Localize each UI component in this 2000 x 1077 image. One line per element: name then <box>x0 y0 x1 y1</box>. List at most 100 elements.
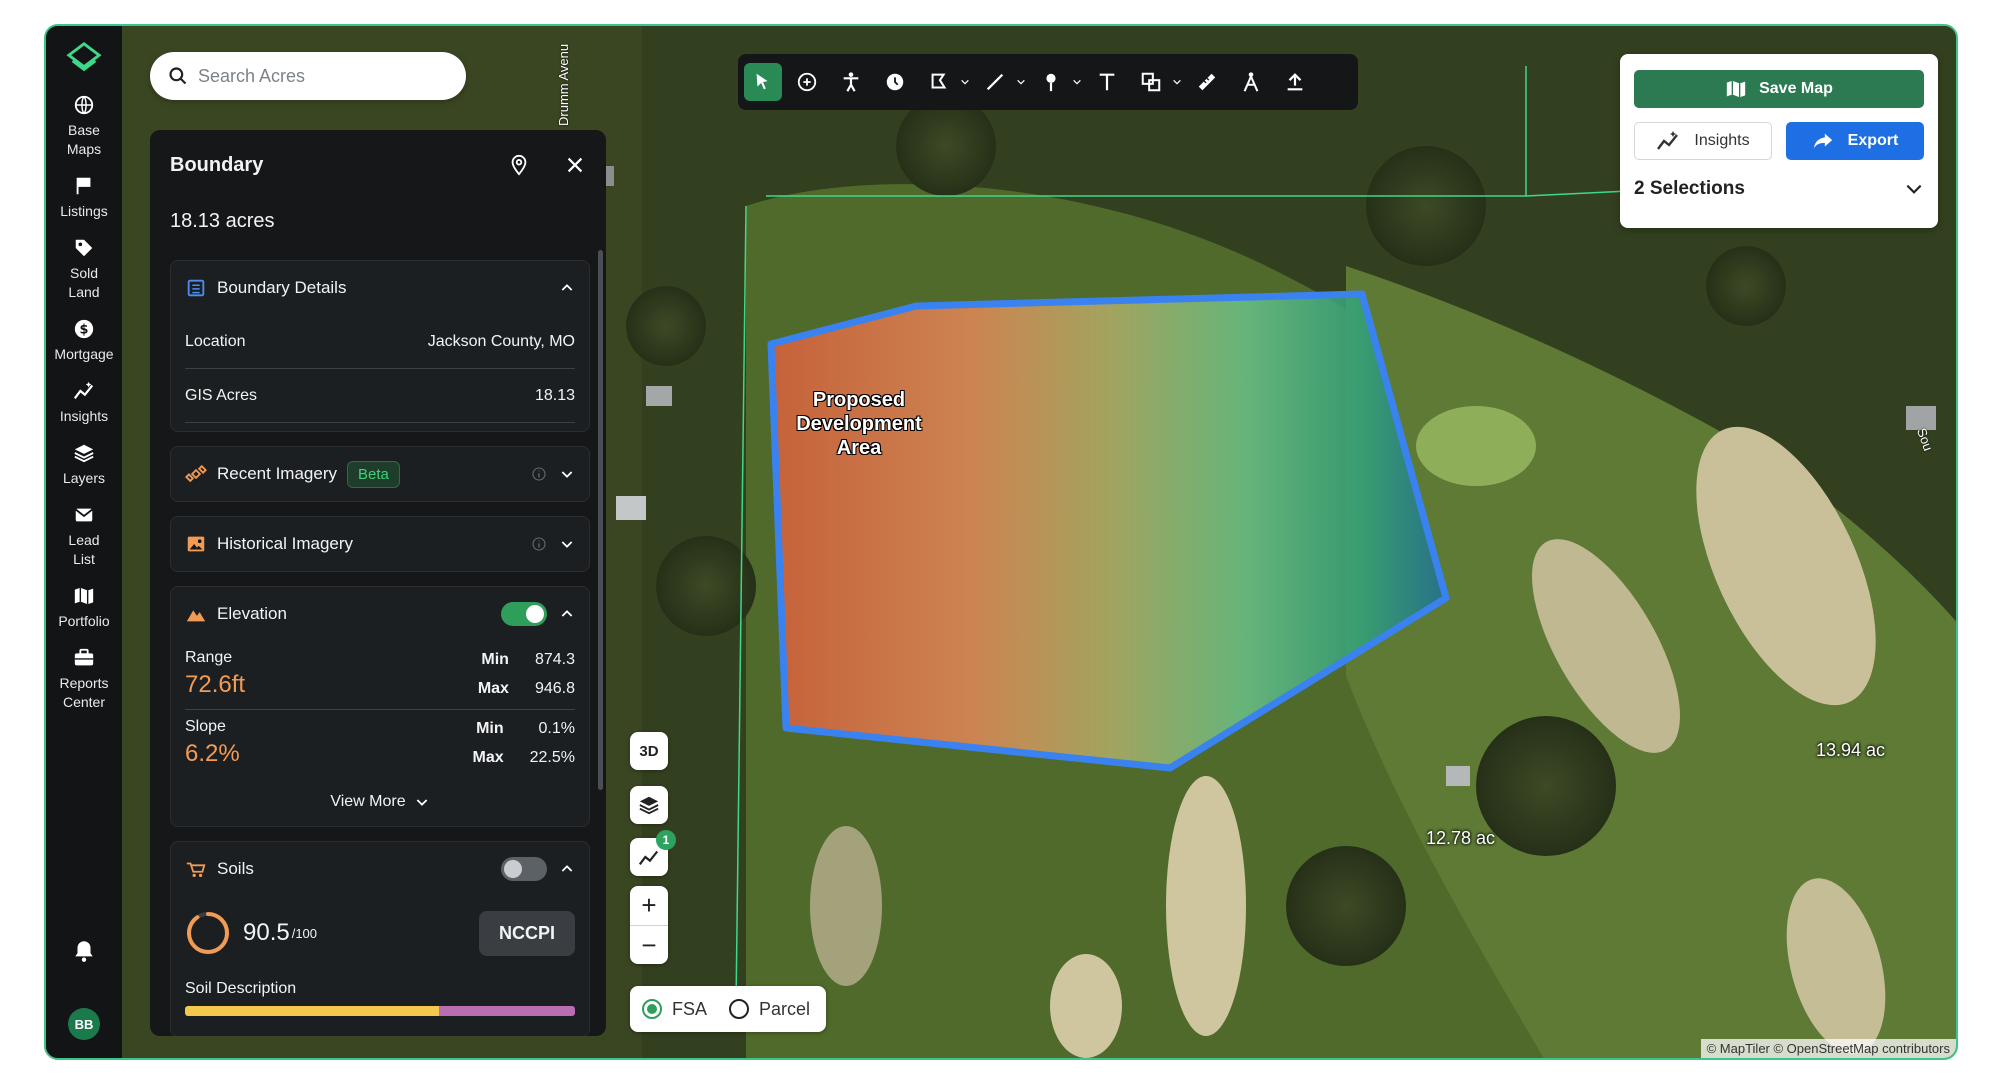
nav-sold-land[interactable]: Sold Land <box>46 237 122 302</box>
globe-icon <box>74 95 94 115</box>
pin-icon <box>1046 73 1056 92</box>
view-more-button[interactable]: View More <box>171 778 589 826</box>
elevation-slope: Slope 6.2% Min 0.1% Max 22.5% <box>185 710 575 778</box>
close-icon[interactable] <box>564 154 586 176</box>
card-title: Historical Imagery <box>217 534 354 553</box>
insights-label: Insights <box>1694 132 1750 149</box>
zoom-out-button[interactable]: − <box>630 926 668 965</box>
max-label: Max <box>477 679 509 697</box>
insights-map-button[interactable]: 1 <box>630 830 676 876</box>
nav-layers[interactable]: Layers <box>46 442 122 488</box>
polygon-tool[interactable] <box>920 62 970 102</box>
dollar-icon: $ <box>74 319 94 339</box>
chevron-down-icon[interactable] <box>559 536 575 552</box>
layers-button[interactable] <box>630 786 668 824</box>
map-icon <box>74 587 94 605</box>
panel-scroll-area[interactable]: Boundary Details Location Jackson County… <box>150 260 606 1036</box>
max-value: 22.5% <box>529 748 575 766</box>
line-tool[interactable] <box>976 62 1026 102</box>
ruler-tool[interactable] <box>1188 62 1226 102</box>
polygon-icon <box>931 73 947 89</box>
save-map-button[interactable]: Save Map <box>1634 70 1924 108</box>
info-icon[interactable] <box>531 466 547 482</box>
nav-base-maps[interactable]: Base Maps <box>46 94 122 159</box>
development-area-label: Proposed Development Area <box>796 389 922 459</box>
detail-value: Jackson County, MO <box>427 332 575 350</box>
selections-label: 2 Selections <box>1634 178 1745 199</box>
info-icon[interactable] <box>531 536 547 552</box>
avatar[interactable]: BB <box>68 1008 100 1040</box>
fsa-option[interactable]: FSA <box>642 999 707 1020</box>
nav-label: Lead <box>68 532 100 548</box>
text-icon <box>1099 73 1115 91</box>
export-button[interactable]: Export <box>1786 122 1924 160</box>
card-title: Elevation <box>217 604 287 623</box>
recent-imagery-header[interactable]: Recent Imagery Beta <box>171 447 589 501</box>
detail-label: Location <box>185 332 246 350</box>
parcel-label: Parcel <box>759 998 811 1019</box>
chevron-up-icon[interactable] <box>559 606 575 622</box>
chevron-down-icon <box>1906 184 1922 194</box>
selections-dropdown[interactable]: 2 Selections <box>1634 178 1924 200</box>
search-icon <box>169 67 187 85</box>
boundary-acres: 18.13 acres <box>170 209 275 232</box>
soils-card: Soils 90.5 /100 NCCPI Soil Description <box>170 841 590 1036</box>
soil-segment <box>438 1006 575 1016</box>
soils-header[interactable]: Soils <box>171 842 589 896</box>
nccpi-button[interactable]: NCCPI <box>478 910 575 956</box>
boundary-details-header[interactable]: Boundary Details <box>171 261 589 315</box>
app-logo[interactable] <box>65 40 103 78</box>
detail-row: Location Jackson County, MO <box>185 315 575 369</box>
bell-icon[interactable] <box>71 938 97 964</box>
card-title: Boundary Details <box>217 278 347 297</box>
historical-imagery-header[interactable]: Historical Imagery <box>171 517 589 571</box>
search-bar[interactable] <box>150 52 466 100</box>
insights-button[interactable]: Insights <box>1634 122 1772 160</box>
nav-reports-center[interactable]: Reports Center <box>46 647 122 712</box>
nav-label: Center <box>62 694 106 710</box>
person-tool[interactable] <box>832 62 870 102</box>
left-nav-rail: Base Maps Listings Sold Land $ Mortgage … <box>46 26 122 1058</box>
chevron-down-icon[interactable] <box>559 466 575 482</box>
elevation-toggle[interactable] <box>501 602 547 626</box>
soil-score: 90.5 /100 NCCPI <box>185 900 575 966</box>
upload-tool[interactable] <box>1276 62 1314 102</box>
nav-mortgage[interactable]: $ Mortgage <box>46 318 122 364</box>
survey-tool[interactable] <box>1232 62 1270 102</box>
parcel-radio[interactable] <box>729 999 750 1019</box>
soil-score-suffix: /100 <box>291 925 318 941</box>
shape-tool[interactable] <box>1132 62 1182 102</box>
text-tool[interactable] <box>1088 62 1126 102</box>
chevron-up-icon[interactable] <box>559 861 575 877</box>
parcel-option[interactable]: Parcel <box>729 999 810 1020</box>
search-input[interactable] <box>198 65 438 87</box>
marker-tool[interactable] <box>1032 62 1082 102</box>
location-pin-icon[interactable] <box>508 154 530 176</box>
nav-lead-list[interactable]: Lead List <box>46 504 122 569</box>
fsa-radio[interactable] <box>642 999 662 1019</box>
add-point-tool[interactable] <box>788 62 826 102</box>
chevron-up-icon[interactable] <box>559 280 575 296</box>
detail-label: GIS Acres <box>185 386 258 404</box>
zoom-in-button[interactable]: + <box>630 886 668 925</box>
nav-insights[interactable]: Insights <box>46 380 122 426</box>
briefcase-icon <box>74 648 94 666</box>
soils-toggle[interactable] <box>501 857 547 881</box>
view-more-label: View More <box>330 793 406 810</box>
chevron-down-icon <box>416 799 427 806</box>
panel-scrollbar[interactable] <box>598 250 603 790</box>
shapes-icon <box>1141 72 1161 92</box>
nav-label: Maps <box>66 141 102 157</box>
nav-listings[interactable]: Listings <box>46 175 122 221</box>
historical-imagery-card[interactable]: Historical Imagery <box>170 516 590 572</box>
elevation-header[interactable]: Elevation <box>171 587 589 641</box>
nav-label: Insights <box>59 408 109 424</box>
cursor-icon <box>756 73 768 90</box>
sparkline-icon <box>73 381 94 399</box>
clock-tool[interactable] <box>876 62 914 102</box>
nav-portfolio[interactable]: Portfolio <box>46 585 122 631</box>
recent-imagery-card[interactable]: Recent Imagery Beta <box>170 446 590 502</box>
select-tool[interactable] <box>744 62 782 102</box>
3d-toggle-button[interactable]: 3D <box>630 732 668 770</box>
chevron-down-icon <box>1017 79 1025 85</box>
